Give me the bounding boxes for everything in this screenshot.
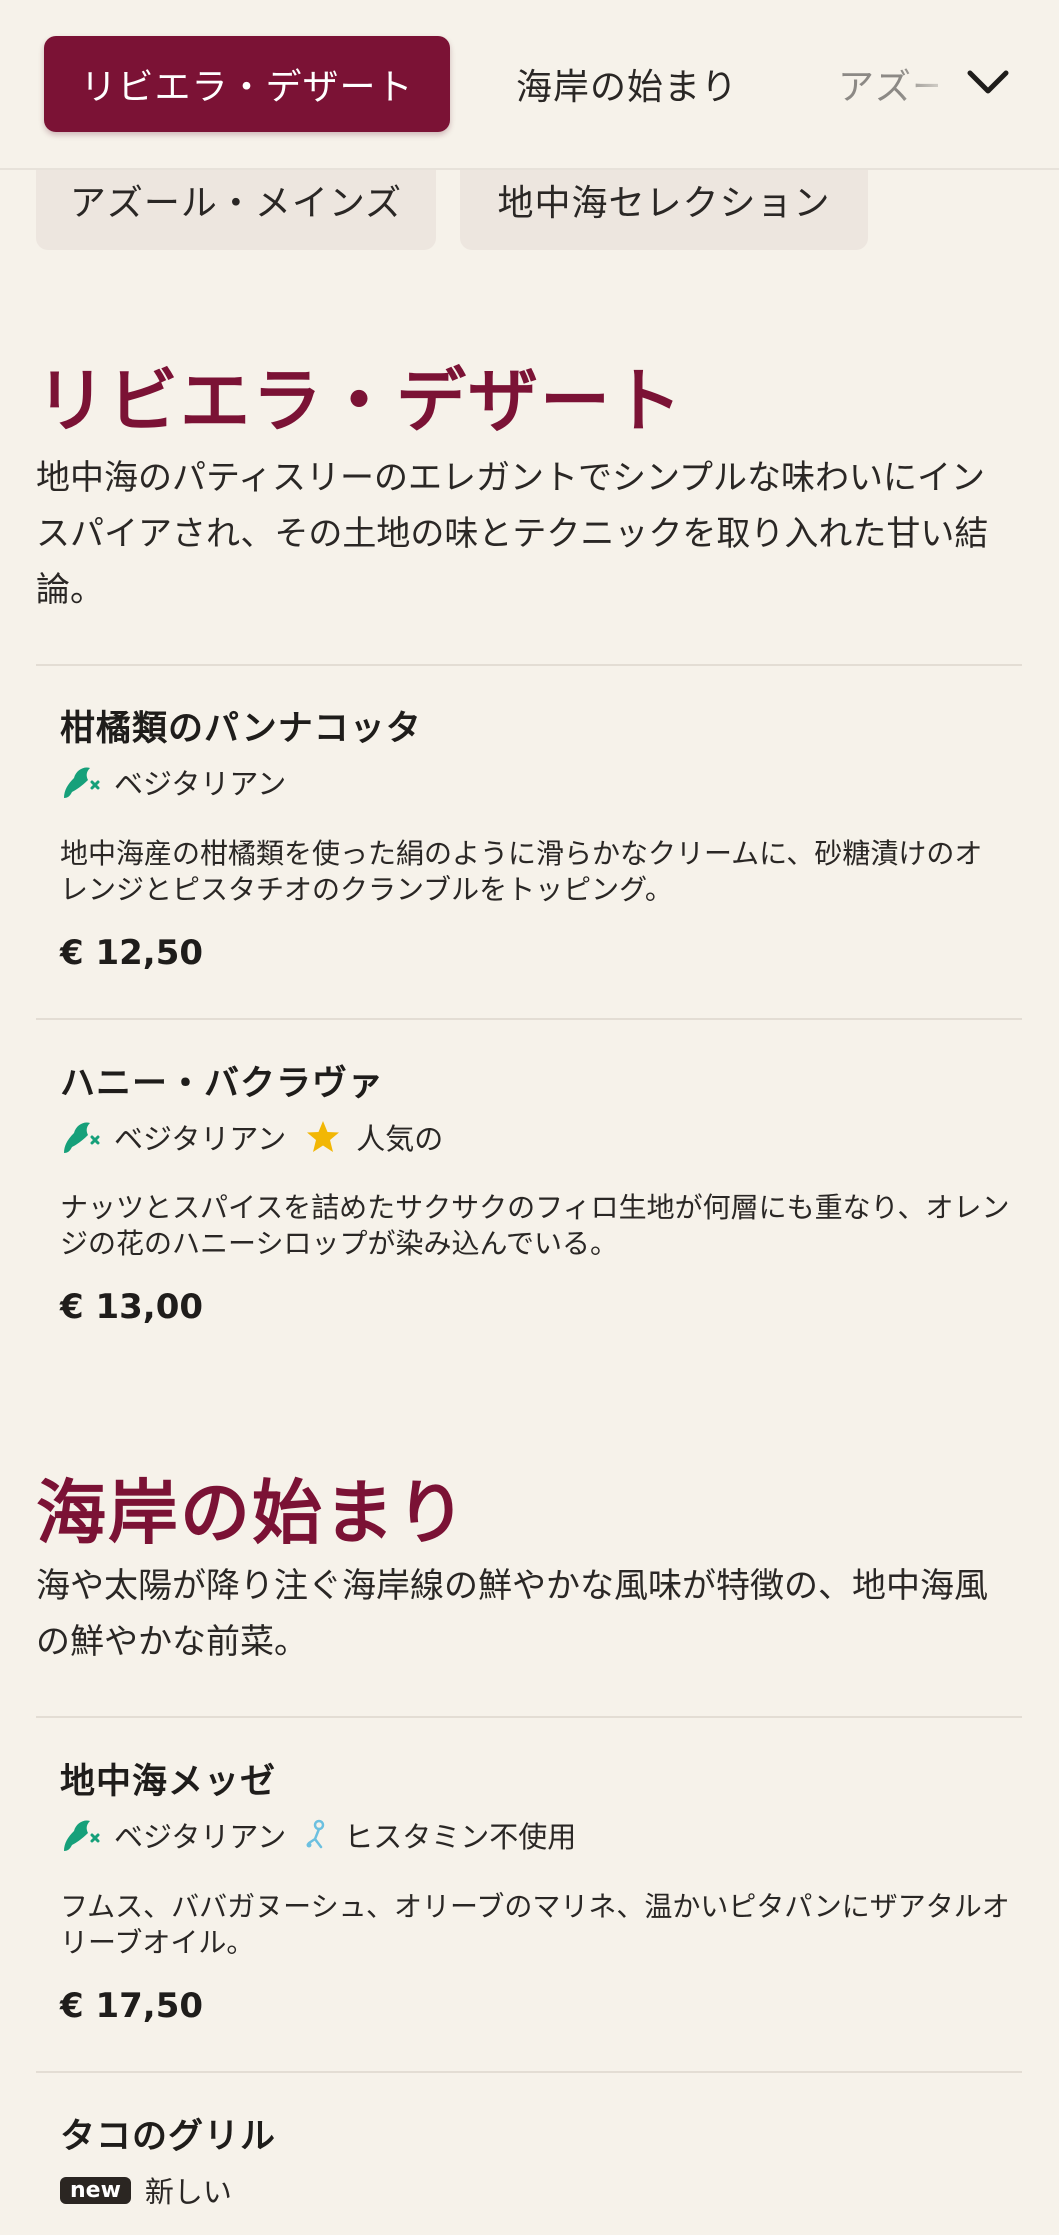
- menu-item-price: € 12,50: [60, 933, 204, 973]
- tab-riviera-desserts[interactable]: リビエラ・デザート: [44, 36, 450, 132]
- divider: [36, 2071, 1022, 2073]
- tag-histamine-free: ヒスタミン不使用: [302, 1814, 576, 1856]
- tag-new: new 新しい: [60, 2169, 232, 2211]
- star-icon: [302, 1117, 344, 1157]
- new-badge: new: [60, 2176, 131, 2204]
- category-nav: リビエラ・デザート 海岸の始まり アズール・メインズ: [0, 0, 1059, 170]
- menu-item-description: ナッツとスパイスを詰めたサクサクのフィロ生地が何層にも重なり、オレンジの花のハニ…: [60, 1191, 1010, 1260]
- histamine-free-icon: [302, 1815, 332, 1855]
- tag-label: ベジタリアン: [114, 767, 287, 801]
- tag-vegetarian: ベジタリアン: [60, 761, 286, 803]
- divider: [36, 664, 1022, 666]
- menu-item-price: € 17,50: [60, 1986, 204, 2026]
- tag-label: ヒスタミン不使用: [344, 1820, 577, 1854]
- section-title: リビエラ・デザート: [36, 360, 684, 442]
- section-description: 海や太陽が降り注ぐ海岸線の鮮やかな風味が特徴の、地中海風の鮮やかな前菜。: [36, 1566, 988, 1662]
- divider: [36, 1716, 1022, 1718]
- tag-popular: 人気の: [302, 1116, 443, 1158]
- section-title: 海岸の始まり: [36, 1472, 468, 1554]
- tab-coastal-starters[interactable]: 海岸の始まり: [516, 36, 738, 132]
- menu-item-tags: new 新しい: [60, 2168, 248, 2212]
- menu-item-tags: ベジタリアン: [60, 760, 302, 804]
- tag-label: 人気の: [356, 1122, 444, 1156]
- menu-item-name[interactable]: 地中海メッゼ: [60, 1753, 276, 1804]
- chevron-down-icon[interactable]: [958, 52, 1018, 112]
- menu-item-tags: ベジタリアン ヒスタミン不使用: [60, 1813, 592, 1857]
- vegetarian-icon: [60, 1117, 102, 1157]
- menu-item-name[interactable]: タコのグリル: [60, 2108, 276, 2159]
- vegetarian-icon: [60, 762, 102, 802]
- tag-vegetarian: ベジタリアン: [60, 1116, 286, 1158]
- menu-item-price: € 13,00: [60, 1287, 204, 1327]
- tag-label: 新しい: [144, 2175, 232, 2209]
- vegetarian-icon: [60, 1815, 102, 1855]
- tag-label: ベジタリアン: [114, 1122, 287, 1156]
- menu-item-description: フムス、ババガヌーシュ、オリーブのマリネ、温かいピタパンにザアタルオリーブオイル…: [60, 1890, 1010, 1959]
- tag-label: ベジタリアン: [114, 1820, 287, 1854]
- tab-fade-overlay: [900, 20, 960, 150]
- menu-item-tags: ベジタリアン 人気の: [60, 1115, 459, 1159]
- menu-item-name[interactable]: 柑橘類のパンナコッタ: [60, 700, 422, 751]
- menu-item-description: 地中海産の柑橘類を使った絹のように滑らかなクリームに、砂糖漬けのオレンジとピスタ…: [60, 837, 983, 906]
- divider: [36, 1018, 1022, 1020]
- section-description: 地中海のパティスリーのエレガントでシンプルな味わいにインスパイアされ、その土地の…: [36, 458, 989, 610]
- menu-item-name[interactable]: ハニー・バクラヴァ: [60, 1055, 384, 1106]
- tag-vegetarian: ベジタリアン: [60, 1814, 286, 1856]
